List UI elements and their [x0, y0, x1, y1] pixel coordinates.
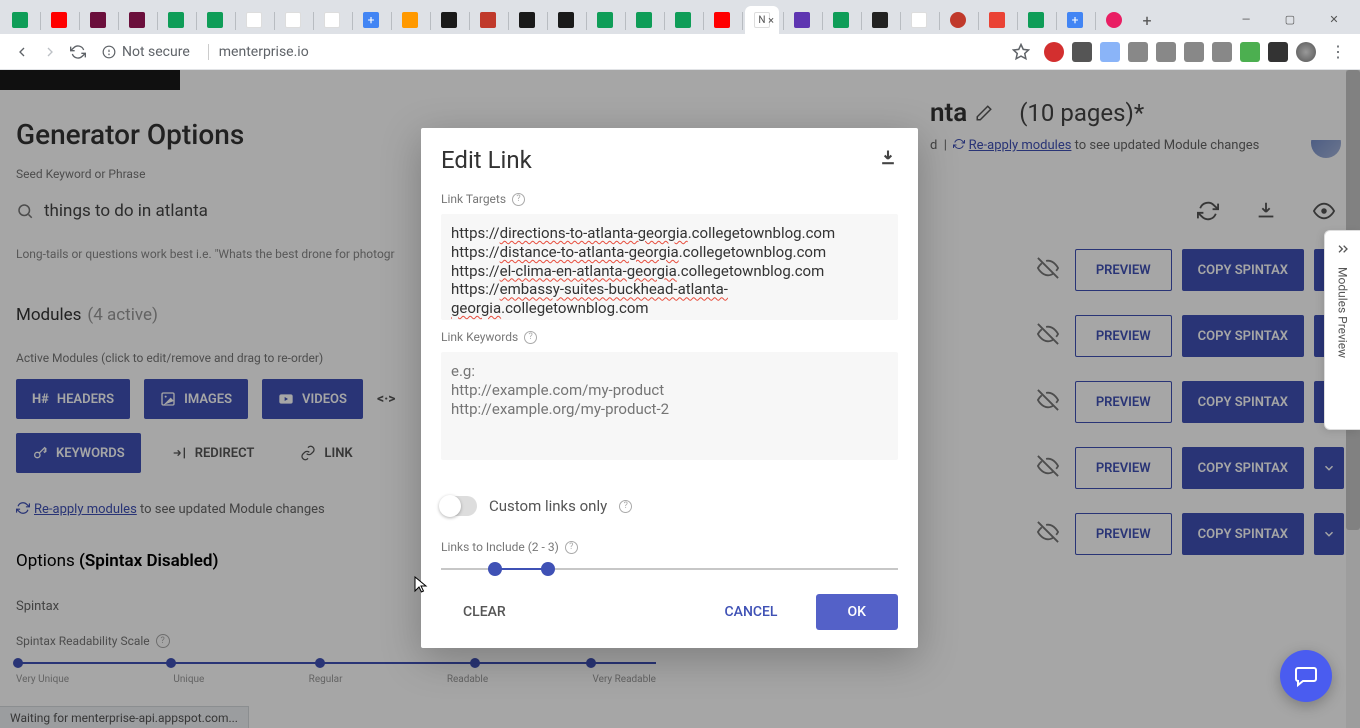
browser-tab[interactable]: [706, 6, 738, 34]
browser-tab[interactable]: [82, 6, 114, 34]
ext-icon[interactable]: [1072, 42, 1092, 62]
help-icon[interactable]: ?: [619, 500, 632, 513]
addressbar: Not secure menterprise.io ⋮: [0, 34, 1360, 70]
link-keywords-label: Link Keywords: [441, 330, 518, 344]
preview-tab-label: Modules Preview: [1336, 267, 1350, 358]
browser-tab[interactable]: [4, 6, 36, 34]
link-targets-textarea[interactable]: https://directions-to-atlanta-georgia.co…: [441, 214, 898, 320]
browser-tab[interactable]: [199, 6, 231, 34]
slider-handle-min[interactable]: [488, 562, 502, 576]
browser-tab[interactable]: [550, 6, 582, 34]
browser-tab-active[interactable]: N×: [745, 6, 779, 34]
help-icon[interactable]: ?: [512, 193, 525, 206]
url-field[interactable]: Not secure menterprise.io: [102, 44, 1002, 60]
browser-tabstrip: + N× + + — ▢ ✕: [0, 0, 1360, 34]
browser-tab[interactable]: [903, 6, 935, 34]
browser-tab[interactable]: +: [355, 6, 387, 34]
chat-widget[interactable]: [1280, 650, 1332, 702]
star-icon[interactable]: [1012, 43, 1030, 61]
download-icon[interactable]: [878, 148, 898, 172]
puzzle-icon[interactable]: [1268, 42, 1288, 62]
help-icon[interactable]: ?: [565, 541, 578, 554]
security-indicator[interactable]: Not secure: [102, 44, 190, 60]
ext-icon[interactable]: [1156, 42, 1176, 62]
browser-tab[interactable]: [589, 6, 621, 34]
window-minimize[interactable]: —: [1224, 4, 1268, 34]
nav-reload[interactable]: [64, 38, 92, 66]
edit-link-modal: Edit Link Link Targets? https://directio…: [421, 128, 918, 648]
ext-icon[interactable]: [1100, 42, 1120, 62]
modal-title: Edit Link: [441, 146, 532, 174]
window-close[interactable]: ✕: [1312, 4, 1356, 34]
link-targets-label: Link Targets: [441, 192, 506, 206]
custom-links-label: Custom links only: [489, 497, 607, 515]
ext-icon[interactable]: [1212, 42, 1232, 62]
links-include-label: Links to Include (2 - 3): [441, 540, 559, 554]
browser-tab[interactable]: [628, 6, 660, 34]
help-icon[interactable]: ?: [524, 331, 537, 344]
browser-tab[interactable]: [277, 6, 309, 34]
cancel-button[interactable]: CANCEL: [703, 594, 800, 630]
browser-tab[interactable]: +: [1059, 6, 1091, 34]
browser-tab[interactable]: [1098, 6, 1130, 34]
chevron-right-icon: [1335, 241, 1351, 257]
browser-tab[interactable]: [394, 6, 426, 34]
mouse-cursor: [414, 576, 430, 600]
ext-icon[interactable]: [1044, 42, 1064, 62]
ok-button[interactable]: OK: [816, 594, 899, 630]
browser-tab[interactable]: [825, 6, 857, 34]
custom-links-toggle[interactable]: [441, 496, 477, 516]
insecure-label: Not secure: [122, 44, 190, 60]
nav-forward[interactable]: [36, 38, 64, 66]
browser-tab[interactable]: [942, 6, 974, 34]
browser-tab[interactable]: [43, 6, 75, 34]
ext-icon[interactable]: [1240, 42, 1260, 62]
profile-avatar[interactable]: [1296, 42, 1316, 62]
browser-tab[interactable]: [864, 6, 896, 34]
slider-handle-max[interactable]: [541, 562, 555, 576]
ext-icon[interactable]: [1184, 42, 1204, 62]
browser-tab[interactable]: [238, 6, 270, 34]
link-keywords-textarea[interactable]: [441, 352, 898, 460]
modules-preview-tab[interactable]: Modules Preview: [1324, 230, 1360, 430]
browser-tab[interactable]: [786, 6, 818, 34]
browser-tab[interactable]: [511, 6, 543, 34]
url-host: menterprise.io: [219, 44, 309, 60]
browser-tab[interactable]: [121, 6, 153, 34]
ext-icon[interactable]: [1128, 42, 1148, 62]
chrome-menu[interactable]: ⋮: [1324, 38, 1352, 66]
browser-tab[interactable]: [981, 6, 1013, 34]
browser-tab[interactable]: [160, 6, 192, 34]
browser-tab[interactable]: [316, 6, 348, 34]
clear-button[interactable]: CLEAR: [441, 594, 528, 630]
browser-tab[interactable]: [667, 6, 699, 34]
new-tab-button[interactable]: +: [1132, 6, 1162, 34]
browser-tab[interactable]: [433, 6, 465, 34]
links-range-slider[interactable]: [441, 568, 898, 570]
nav-back[interactable]: [8, 38, 36, 66]
browser-tab[interactable]: [472, 6, 504, 34]
window-maximize[interactable]: ▢: [1268, 4, 1312, 34]
browser-tab[interactable]: [1020, 6, 1052, 34]
